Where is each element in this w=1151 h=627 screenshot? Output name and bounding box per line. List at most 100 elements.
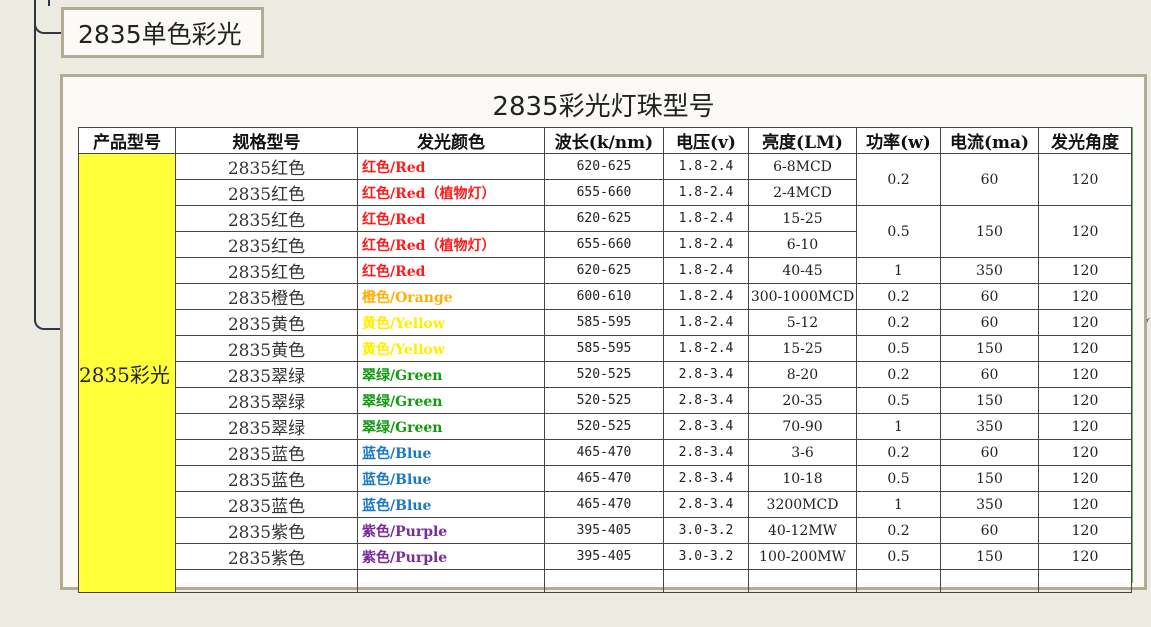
- power-cell: 0.5: [856, 335, 941, 362]
- voltage-cell: 3.0-3.2: [663, 543, 749, 570]
- color-cell: 红色/Red: [357, 257, 545, 284]
- table-row: 2835红色 红色/Red 620-625 1.8-2.4 40-45 1 350 120: [79, 257, 1132, 284]
- angle-cell: 120: [1038, 439, 1132, 466]
- table-row: 2835黄色 黄色/Yellow 585-595 1.8-2.4 5-12 0.2 60 12…: [79, 309, 1132, 336]
- spec-cell: 2835蓝色: [175, 491, 358, 518]
- current-cell: 350: [940, 413, 1039, 440]
- empty-cell: [748, 569, 857, 593]
- angle-cell: 120: [1038, 153, 1132, 206]
- color-cell: 翠绿/Green: [357, 387, 545, 414]
- spec-cell: 2835红色: [175, 257, 358, 284]
- mindmap-topic-node[interactable]: 2835单色彩光: [61, 7, 264, 58]
- table-row: 2835蓝色 蓝色/Blue 465-470 2.8-3.4 3-6 0.2 60 120: [79, 439, 1132, 466]
- table-row: 2835紫色 紫色/Purple 395-405 3.0-3.2 40-12MW 0.2 6…: [79, 517, 1132, 544]
- current-cell: 60: [940, 517, 1039, 544]
- header-spec: 规格型号: [175, 127, 358, 154]
- current-cell: 150: [940, 205, 1039, 258]
- voltage-cell: 2.8-3.4: [663, 361, 749, 388]
- color-cell: 红色/Red: [357, 205, 545, 232]
- wavelength-cell: 655-660: [544, 179, 664, 206]
- power-cell: 1: [856, 491, 941, 518]
- wavelength-cell: 465-470: [544, 491, 664, 518]
- current-cell: 60: [940, 283, 1039, 310]
- current-cell: 60: [940, 439, 1039, 466]
- color-cell: 黄色/Yellow: [357, 335, 545, 362]
- brightness-cell: 8-20: [748, 361, 857, 388]
- spec-cell: 2835红色: [175, 205, 358, 232]
- brightness-cell: 5-12: [748, 309, 857, 336]
- mindmap-image-node[interactable]: 2835彩光灯珠型号 产品型号 规格型号 发光颜色 波长(k/nm) 电压(v)…: [60, 74, 1147, 593]
- spec-cell: 2835黄色: [175, 309, 358, 336]
- header-model: 产品型号: [78, 127, 176, 154]
- empty-cell: [940, 569, 1039, 593]
- angle-cell: 120: [1038, 309, 1132, 336]
- header-power: 功率(w): [856, 127, 941, 154]
- angle-cell: 120: [1038, 361, 1132, 388]
- brightness-cell: 3-6: [748, 439, 857, 466]
- color-cell: 红色/Red（植物灯）: [357, 231, 545, 258]
- current-cell: 60: [940, 361, 1039, 388]
- table-row: 2835蓝色 蓝色/Blue 465-470 2.8-3.4 3200MCD 1 350 12…: [79, 491, 1132, 518]
- spec-cell: 2835红色: [175, 231, 358, 258]
- header-wavelength: 波长(k/nm): [544, 127, 664, 154]
- empty-cell: [175, 569, 358, 593]
- spec-table: 产品型号 规格型号 发光颜色 波长(k/nm) 电压(v) 亮度(LM) 功率(…: [78, 127, 1132, 593]
- wavelength-cell: 465-470: [544, 439, 664, 466]
- wavelength-cell: 520-525: [544, 361, 664, 388]
- angle-cell: 120: [1038, 491, 1132, 518]
- power-cell: 1: [856, 413, 941, 440]
- spec-cell: 2835蓝色: [175, 439, 358, 466]
- table-row: 2835红色 红色/Red 620-625 1.8-2.4 15-25 0.5 150 120: [79, 205, 1132, 258]
- color-cell: 蓝色/Blue: [357, 491, 545, 518]
- mindmap-connector-branch-top: [34, 18, 62, 34]
- power-cell: 0.5: [856, 387, 941, 414]
- wavelength-cell: 520-525: [544, 413, 664, 440]
- power-cell: 0.2: [856, 309, 941, 336]
- power-cell: 0.2: [856, 517, 941, 544]
- table-row: 2835翠绿 翠绿/Green 520-525 2.8-3.4 70-90 1 350 120: [79, 413, 1132, 440]
- brightness-cell: 6-8MCD: [748, 153, 857, 180]
- voltage-cell: 2.8-3.4: [663, 465, 749, 492]
- angle-cell: 120: [1038, 543, 1132, 570]
- color-cell: 红色/Red: [357, 153, 545, 180]
- spec-sheet: 产品型号 规格型号 发光颜色 波长(k/nm) 电压(v) 亮度(LM) 功率(…: [78, 127, 1133, 593]
- table-row: 2835彩光 2835红色 红色/Red 620-625 1.8-2.4 6-8MCD 0.…: [78, 153, 1132, 593]
- current-cell: 350: [940, 491, 1039, 518]
- current-cell: 60: [940, 153, 1039, 206]
- empty-row: [79, 569, 1132, 593]
- spec-cell: 2835翠绿: [175, 413, 358, 440]
- spec-cell: 2835红色: [175, 179, 358, 206]
- angle-cell: 120: [1038, 465, 1132, 492]
- brightness-cell: 10-18: [748, 465, 857, 492]
- power-cell: 1: [856, 257, 941, 284]
- table-row: 2835橙色 橙色/Orange 600-610 1.8-2.4 300-1000MCD…: [79, 283, 1132, 310]
- brightness-cell: 70-90: [748, 413, 857, 440]
- current-cell: 350: [940, 257, 1039, 284]
- current-cell: 60: [940, 309, 1039, 336]
- brightness-cell: 15-25: [748, 205, 857, 232]
- voltage-cell: 2.8-3.4: [663, 491, 749, 518]
- current-cell: 150: [940, 543, 1039, 570]
- wavelength-cell: 585-595: [544, 309, 664, 336]
- voltage-cell: 2.8-3.4: [663, 413, 749, 440]
- angle-cell: 120: [1038, 413, 1132, 440]
- empty-cell: [663, 569, 749, 593]
- angle-cell: 120: [1038, 257, 1132, 284]
- power-cell: 0.5: [856, 205, 941, 258]
- table-row: 2835紫色 紫色/Purple 395-405 3.0-3.2 100-200MW 0.…: [79, 543, 1132, 570]
- empty-cell: [544, 569, 664, 593]
- wavelength-cell: 585-595: [544, 335, 664, 362]
- wavelength-cell: 520-525: [544, 387, 664, 414]
- color-cell: 黄色/Yellow: [357, 309, 545, 336]
- brightness-cell: 3200MCD: [748, 491, 857, 518]
- power-cell: 0.2: [856, 153, 941, 206]
- voltage-cell: 1.8-2.4: [663, 205, 749, 232]
- spec-cell: 2835翠绿: [175, 387, 358, 414]
- empty-cell: [856, 569, 941, 593]
- color-cell: 蓝色/Blue: [357, 439, 545, 466]
- brightness-cell: 40-12MW: [748, 517, 857, 544]
- voltage-cell: 1.8-2.4: [663, 335, 749, 362]
- color-cell: 翠绿/Green: [357, 413, 545, 440]
- power-cell: 0.2: [856, 361, 941, 388]
- voltage-cell: 1.8-2.4: [663, 179, 749, 206]
